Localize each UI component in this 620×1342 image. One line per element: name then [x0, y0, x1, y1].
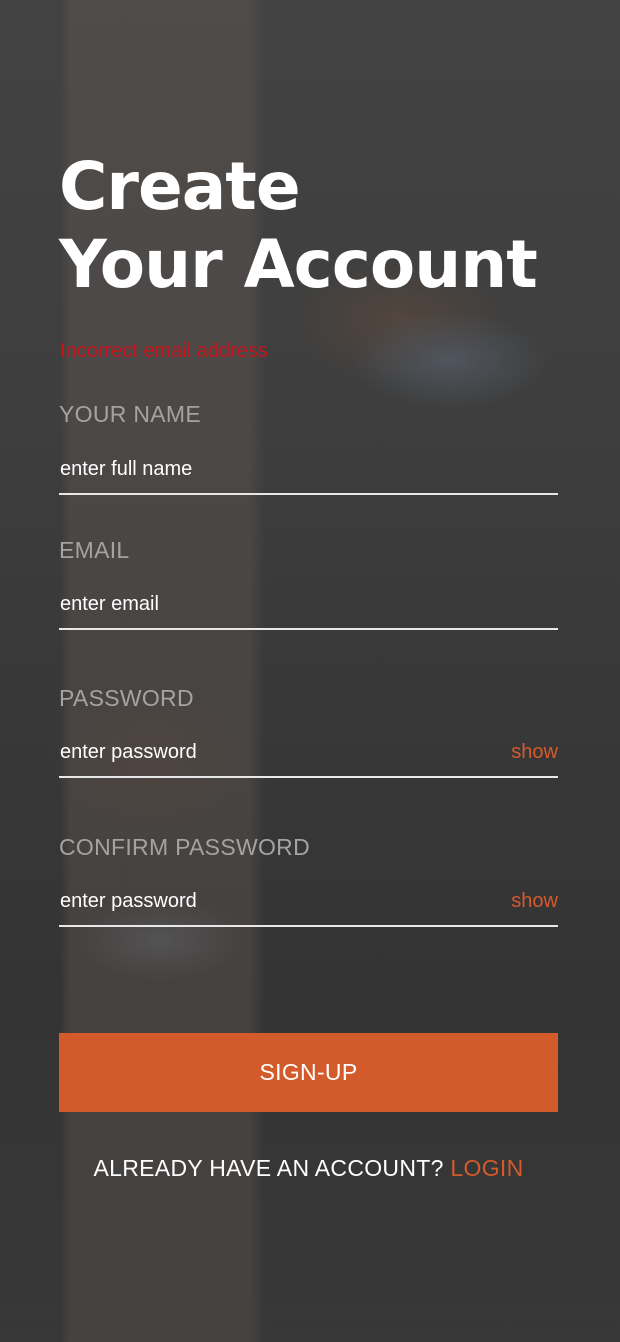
- signup-button[interactable]: SIGN-UP: [59, 1033, 558, 1112]
- confirm-password-input[interactable]: [60, 885, 480, 917]
- title-line-1: Create: [59, 148, 301, 225]
- confirm-password-field: show: [59, 881, 558, 927]
- password-input[interactable]: [60, 736, 480, 768]
- name-input[interactable]: [60, 453, 480, 485]
- login-prompt-line: ALREADY HAVE AN ACCOUNT? LOGIN: [59, 1154, 558, 1182]
- login-prompt-text: ALREADY HAVE AN ACCOUNT?: [93, 1155, 444, 1181]
- name-label: YOUR NAME: [59, 401, 201, 427]
- confirm-password-show-toggle[interactable]: show: [511, 889, 558, 913]
- email-label: EMAIL: [59, 537, 130, 563]
- login-link[interactable]: LOGIN: [450, 1155, 523, 1181]
- email-field: [59, 584, 558, 630]
- email-input[interactable]: [60, 588, 480, 620]
- signup-screen: Create Your Account Incorrect email addr…: [0, 0, 620, 1342]
- confirm-password-label: CONFIRM PASSWORD: [59, 834, 310, 860]
- password-show-toggle[interactable]: show: [511, 740, 558, 764]
- page-title: Create Your Account: [59, 148, 579, 304]
- title-line-2: Your Account: [59, 226, 538, 303]
- password-label: PASSWORD: [59, 685, 194, 711]
- password-field: show: [59, 732, 558, 778]
- name-field: [59, 449, 558, 495]
- error-message: Incorrect email address: [60, 340, 268, 362]
